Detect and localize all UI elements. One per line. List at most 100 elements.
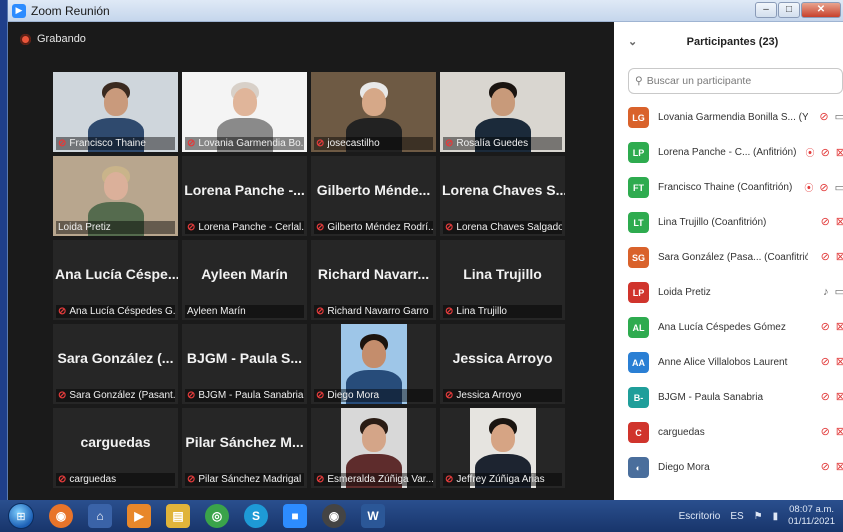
participant-row[interactable]: Ccarguedas ⊘ ⊠	[614, 415, 843, 450]
participant-name: carguedas	[658, 427, 705, 438]
camera-off-icon[interactable]: ⊠	[836, 147, 843, 159]
zoom-window: ▶ Zoom Reunión – □ ✕ Grabando ⊘ Francisco…	[7, 0, 843, 500]
participant-controls: ⦿ ⊘ ▭	[804, 181, 843, 194]
participant-tile[interactable]: BJGM - Paula S... ⊘ BJGM - Paula Sanabria	[182, 324, 307, 404]
camera-off-icon[interactable]: ⊠	[836, 251, 843, 263]
chrome-icon[interactable]: ◎	[205, 504, 229, 528]
zoom-taskbar-icon[interactable]: ■	[283, 504, 307, 528]
camera-off-icon[interactable]: ⊠	[836, 321, 843, 333]
desktop-toolbar-label[interactable]: Escritorio	[679, 511, 721, 522]
search-placeholder: Buscar un participante	[646, 75, 752, 87]
language-indicator[interactable]: ES	[730, 511, 743, 522]
start-button[interactable]: ⊞	[8, 503, 34, 529]
mic-muted-icon[interactable]: ⊘	[821, 216, 830, 228]
participant-row[interactable]: AL Ana Lucía Céspedes Gómez ⊘ ⊠	[614, 310, 843, 345]
mic-muted-icon: ⊘	[187, 138, 196, 149]
close-button[interactable]: ✕	[801, 2, 841, 18]
participant-tile[interactable]: ⊘ Lovania Garmendia Bo...	[182, 72, 307, 152]
tray-flag-icon[interactable]: ⚑	[754, 511, 763, 522]
minimize-button[interactable]: –	[755, 2, 777, 18]
mic-muted-icon[interactable]: ⊘	[819, 182, 828, 194]
tile-name: Lorena Panche - Cerlal...	[198, 222, 304, 233]
tile-name: Francisco Thaine	[69, 138, 146, 149]
participant-row[interactable]: LP Lorena Panche - C... (Anfitrión) ⦿ ⊘ ⊠	[614, 135, 843, 170]
participant-tile[interactable]: Sara González (... ⊘ Sara González (Pasant…	[53, 324, 178, 404]
firefox-icon[interactable]: ◉	[49, 504, 73, 528]
participant-tile[interactable]: Pilar Sánchez M... ⊘ Pilar Sánchez Madriga…	[182, 408, 307, 488]
mic-muted-icon[interactable]: ⊘	[821, 426, 830, 438]
participant-tile[interactable]: Ana Lucía Céspe... ⊘ Ana Lucía Céspedes G.…	[53, 240, 178, 320]
mic-muted-icon[interactable]: ⊘	[819, 111, 828, 123]
participants-panel: ⌄ Participantes (23) ⚲ Buscar un partici…	[614, 22, 843, 500]
participant-avatar: B-	[628, 387, 649, 408]
participant-controls: ⦿ ⊘ ⊠	[806, 146, 843, 159]
participant-row[interactable]: ◐ Diego Mora ⊘ ⊠	[614, 450, 843, 485]
tile-name-label: ⊘ BJGM - Paula Sanabria	[185, 389, 304, 402]
participants-header: ⌄ Participantes (23)	[614, 22, 843, 62]
clock[interactable]: 08:07 a.m. 01/11/2021	[788, 504, 835, 528]
participant-tile[interactable]: Jessica Arroyo ⊘ Jessica Arroyo	[440, 324, 565, 404]
participant-tile[interactable]: Loida Pretiz	[53, 156, 178, 236]
participant-name: Loida Pretiz	[658, 287, 711, 298]
mic-muted-icon: ⊘	[445, 138, 454, 149]
participant-tile[interactable]: ⊘ Esmeralda Zúñiga Var...	[311, 408, 436, 488]
participant-tile[interactable]: Gilberto Ménde... ⊘ Gilberto Méndez Rodrí.…	[311, 156, 436, 236]
mic-muted-icon[interactable]: ⊘	[821, 251, 830, 263]
skype-icon[interactable]: S	[244, 504, 268, 528]
participant-controls: ⊘ ▭	[819, 111, 843, 123]
clock-time: 08:07 a.m.	[789, 504, 835, 515]
recording-indicator[interactable]: Grabando	[20, 33, 86, 45]
collapse-chevron-icon[interactable]: ⌄	[628, 35, 637, 48]
mic-muted-icon[interactable]: ⊘	[821, 147, 830, 159]
mic-muted-icon: ⊘	[58, 306, 67, 317]
camera-off-icon[interactable]: ⊠	[836, 216, 843, 228]
participant-tile[interactable]: ⊘ Rosalía Guedes	[440, 72, 565, 152]
mic-muted-icon[interactable]: ⊘	[821, 391, 830, 403]
file-explorer-icon[interactable]: ▤	[166, 504, 190, 528]
participant-row[interactable]: B- BJGM - Paula Sanabria ⊘ ⊠	[614, 380, 843, 415]
maximize-button[interactable]: □	[778, 2, 800, 18]
participant-tile[interactable]: ⊘ josecastilho	[311, 72, 436, 152]
mic-muted-icon[interactable]: ⊘	[821, 461, 830, 473]
video-grid: ⊘ Francisco Thaine ⊘ Lovania Garmendia Bo.…	[53, 72, 565, 488]
participant-row[interactable]: SG Sara González (Pasa... (Coanfitrión) ⊘ ⊠	[614, 240, 843, 275]
mic-icon[interactable]: ♪	[823, 286, 829, 298]
tray-battery-icon[interactable]: ▮	[773, 511, 779, 522]
participant-tile[interactable]: ⊘ Francisco Thaine	[53, 72, 178, 152]
camera-icon[interactable]: ▭	[835, 111, 843, 123]
mic-muted-icon: ⊘	[187, 390, 196, 401]
mic-muted-icon: ⊘	[445, 222, 454, 233]
participant-row[interactable]: LG Lovania Garmendia Bonilla S... (Yo) ⊘ ▭	[614, 100, 843, 135]
participant-tile[interactable]: Lorena Chaves S... ⊘ Lorena Chaves Salgado	[440, 156, 565, 236]
camera-off-icon[interactable]: ⊠	[836, 461, 843, 473]
window-title: Zoom Reunión	[31, 3, 110, 18]
participant-tile[interactable]: Ayleen Marín Ayleen Marín	[182, 240, 307, 320]
mic-muted-icon: ⊘	[316, 138, 325, 149]
participant-tile[interactable]: ⊘ Diego Mora	[311, 324, 436, 404]
participant-tile[interactable]: Lina Trujillo ⊘ Lina Trujillo	[440, 240, 565, 320]
camera-icon[interactable]: ▭	[835, 182, 843, 194]
camera-off-icon[interactable]: ⊠	[836, 356, 843, 368]
camera-off-icon[interactable]: ⊠	[836, 426, 843, 438]
camera-icon[interactable]: ▭	[835, 286, 843, 298]
participant-controls: ⊘ ⊠	[821, 391, 843, 403]
participant-row[interactable]: FT Francisco Thaine (Coanfitrión) ⦿ ⊘ ▭	[614, 170, 843, 205]
system-tray: Escritorio ES ⚑ ▮ 08:07 a.m. 01/11/2021	[679, 500, 835, 532]
participant-row[interactable]: AA Anne Alice Villalobos Laurent ⊘ ⊠	[614, 345, 843, 380]
participant-tile[interactable]: ⊘ Jeffrey Zúñiga Arias	[440, 408, 565, 488]
tile-name: Pilar Sánchez Madrigal	[198, 474, 302, 485]
mic-muted-icon[interactable]: ⊘	[821, 356, 830, 368]
participant-tile[interactable]: Lorena Panche -... ⊘ Lorena Panche - Cerla…	[182, 156, 307, 236]
network-icon[interactable]: ⌂	[88, 504, 112, 528]
participant-photo-avatar: ◐	[628, 457, 649, 478]
word-icon[interactable]: W	[361, 504, 385, 528]
camera-app-icon[interactable]: ◉	[322, 504, 346, 528]
participant-search-input[interactable]: ⚲ Buscar un participante	[628, 68, 843, 94]
mic-muted-icon[interactable]: ⊘	[821, 321, 830, 333]
participant-row[interactable]: LP Loida Pretiz ♪ ▭	[614, 275, 843, 310]
participant-tile[interactable]: carguedas ⊘ carguedas	[53, 408, 178, 488]
media-player-icon[interactable]: ▶	[127, 504, 151, 528]
participant-tile[interactable]: Richard Navarr... ⊘ Richard Navarro Garro	[311, 240, 436, 320]
participant-row[interactable]: LT Lina Trujillo (Coanfitrión) ⊘ ⊠	[614, 205, 843, 240]
camera-off-icon[interactable]: ⊠	[836, 391, 843, 403]
